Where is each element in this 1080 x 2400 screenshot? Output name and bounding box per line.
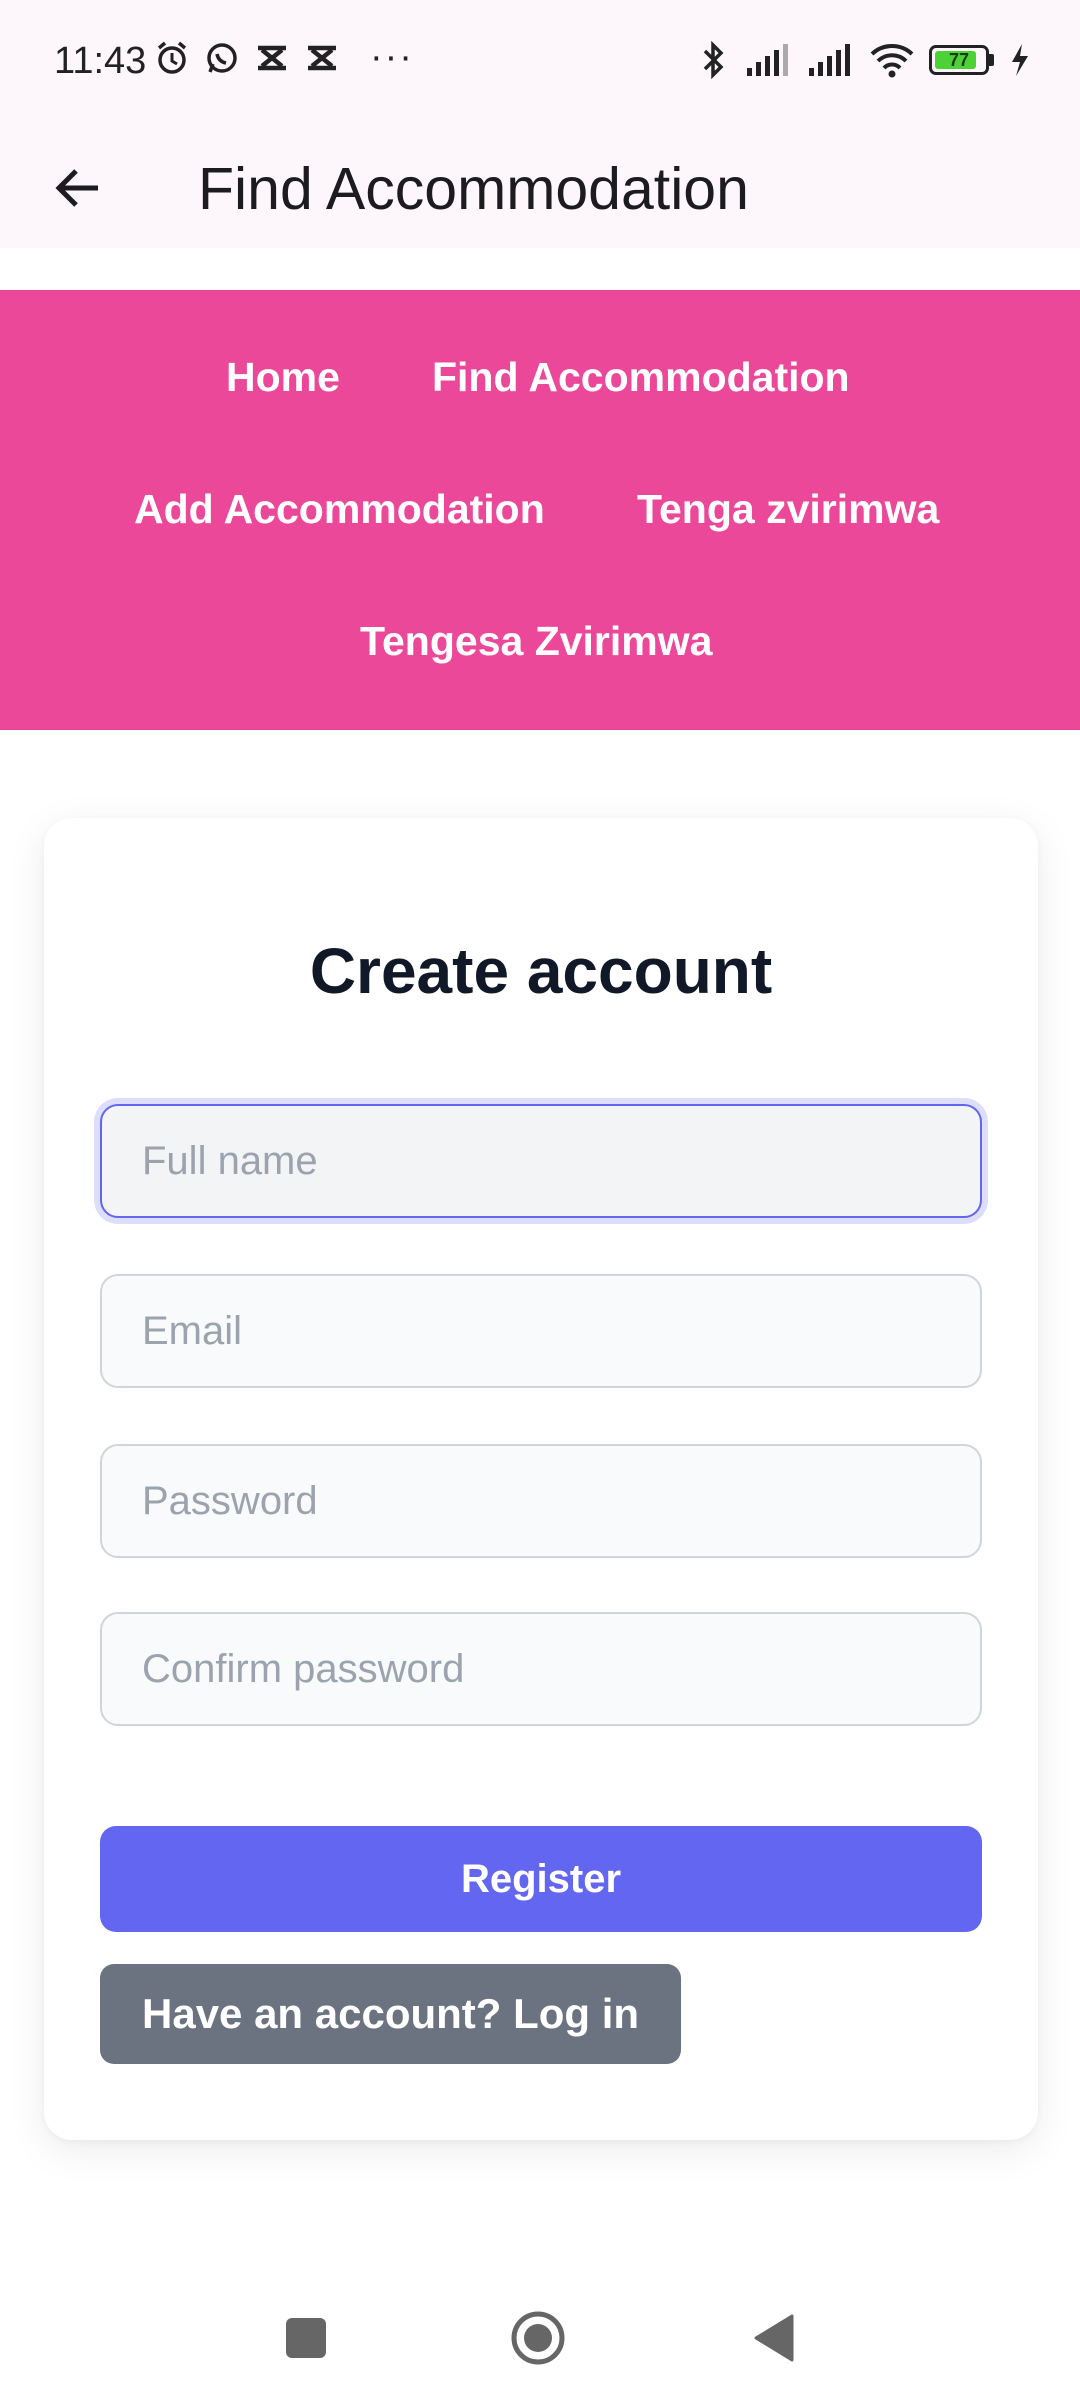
nav-item-tengesa-zvirimwa[interactable]: Tengesa Zvirimwa bbox=[360, 616, 712, 666]
password-input[interactable] bbox=[100, 1444, 982, 1558]
app-bar: Find Accommodation bbox=[0, 124, 1080, 248]
status-time: 11:43 bbox=[54, 40, 147, 82]
alarm-icon bbox=[154, 40, 190, 76]
nav-item-tenga-zvirimwa[interactable]: Tenga zvirimwa bbox=[637, 484, 939, 534]
main-nav: Home Find Accommodation Add Accommodatio… bbox=[0, 290, 1080, 730]
signal-icon bbox=[745, 42, 793, 78]
arrow-left-icon bbox=[55, 169, 98, 207]
whatsapp-icon bbox=[204, 40, 240, 76]
login-link-button[interactable]: Have an account? Log in bbox=[100, 1964, 682, 2064]
email-input[interactable] bbox=[100, 1274, 982, 1388]
system-status-icons: 77 bbox=[695, 41, 1030, 79]
notification-icons bbox=[154, 40, 340, 76]
home-button[interactable] bbox=[508, 2308, 568, 2368]
recent-apps-button[interactable] bbox=[276, 2308, 336, 2368]
page-title: Find Accommodation bbox=[198, 156, 749, 222]
back-nav-button[interactable] bbox=[744, 2308, 804, 2368]
full-name-input[interactable] bbox=[100, 1104, 982, 1218]
battery-level: 77 bbox=[948, 50, 970, 70]
battery-body: 77 bbox=[929, 45, 989, 75]
wifi-icon bbox=[869, 42, 915, 78]
nav-item-add-accommodation[interactable]: Add Accommodation bbox=[134, 484, 545, 534]
battery-icon: 77 bbox=[929, 45, 994, 75]
status-bar: 11:43 ··· 77 bbox=[0, 0, 1080, 124]
more-notifications-icon: ··· bbox=[370, 36, 414, 78]
form-title: Create account bbox=[309, 935, 773, 1007]
register-button[interactable]: Register bbox=[100, 1826, 982, 1932]
circle-icon bbox=[511, 2311, 565, 2365]
back-button[interactable] bbox=[40, 150, 116, 226]
system-navigation-bar bbox=[0, 2290, 1080, 2400]
app-icon bbox=[304, 40, 340, 76]
charging-icon bbox=[1008, 42, 1030, 78]
signal-icon bbox=[807, 42, 855, 78]
confirm-password-input[interactable] bbox=[100, 1612, 982, 1726]
register-card: Create account Register Have an account?… bbox=[44, 818, 1038, 2140]
battery-tip bbox=[989, 54, 994, 66]
app-icon bbox=[254, 40, 290, 76]
square-icon bbox=[286, 2318, 326, 2358]
triangle-back-icon bbox=[754, 2314, 794, 2362]
bluetooth-icon bbox=[695, 41, 731, 79]
nav-item-home[interactable]: Home bbox=[226, 352, 340, 402]
nav-item-find-accommodation[interactable]: Find Accommodation bbox=[432, 352, 850, 402]
